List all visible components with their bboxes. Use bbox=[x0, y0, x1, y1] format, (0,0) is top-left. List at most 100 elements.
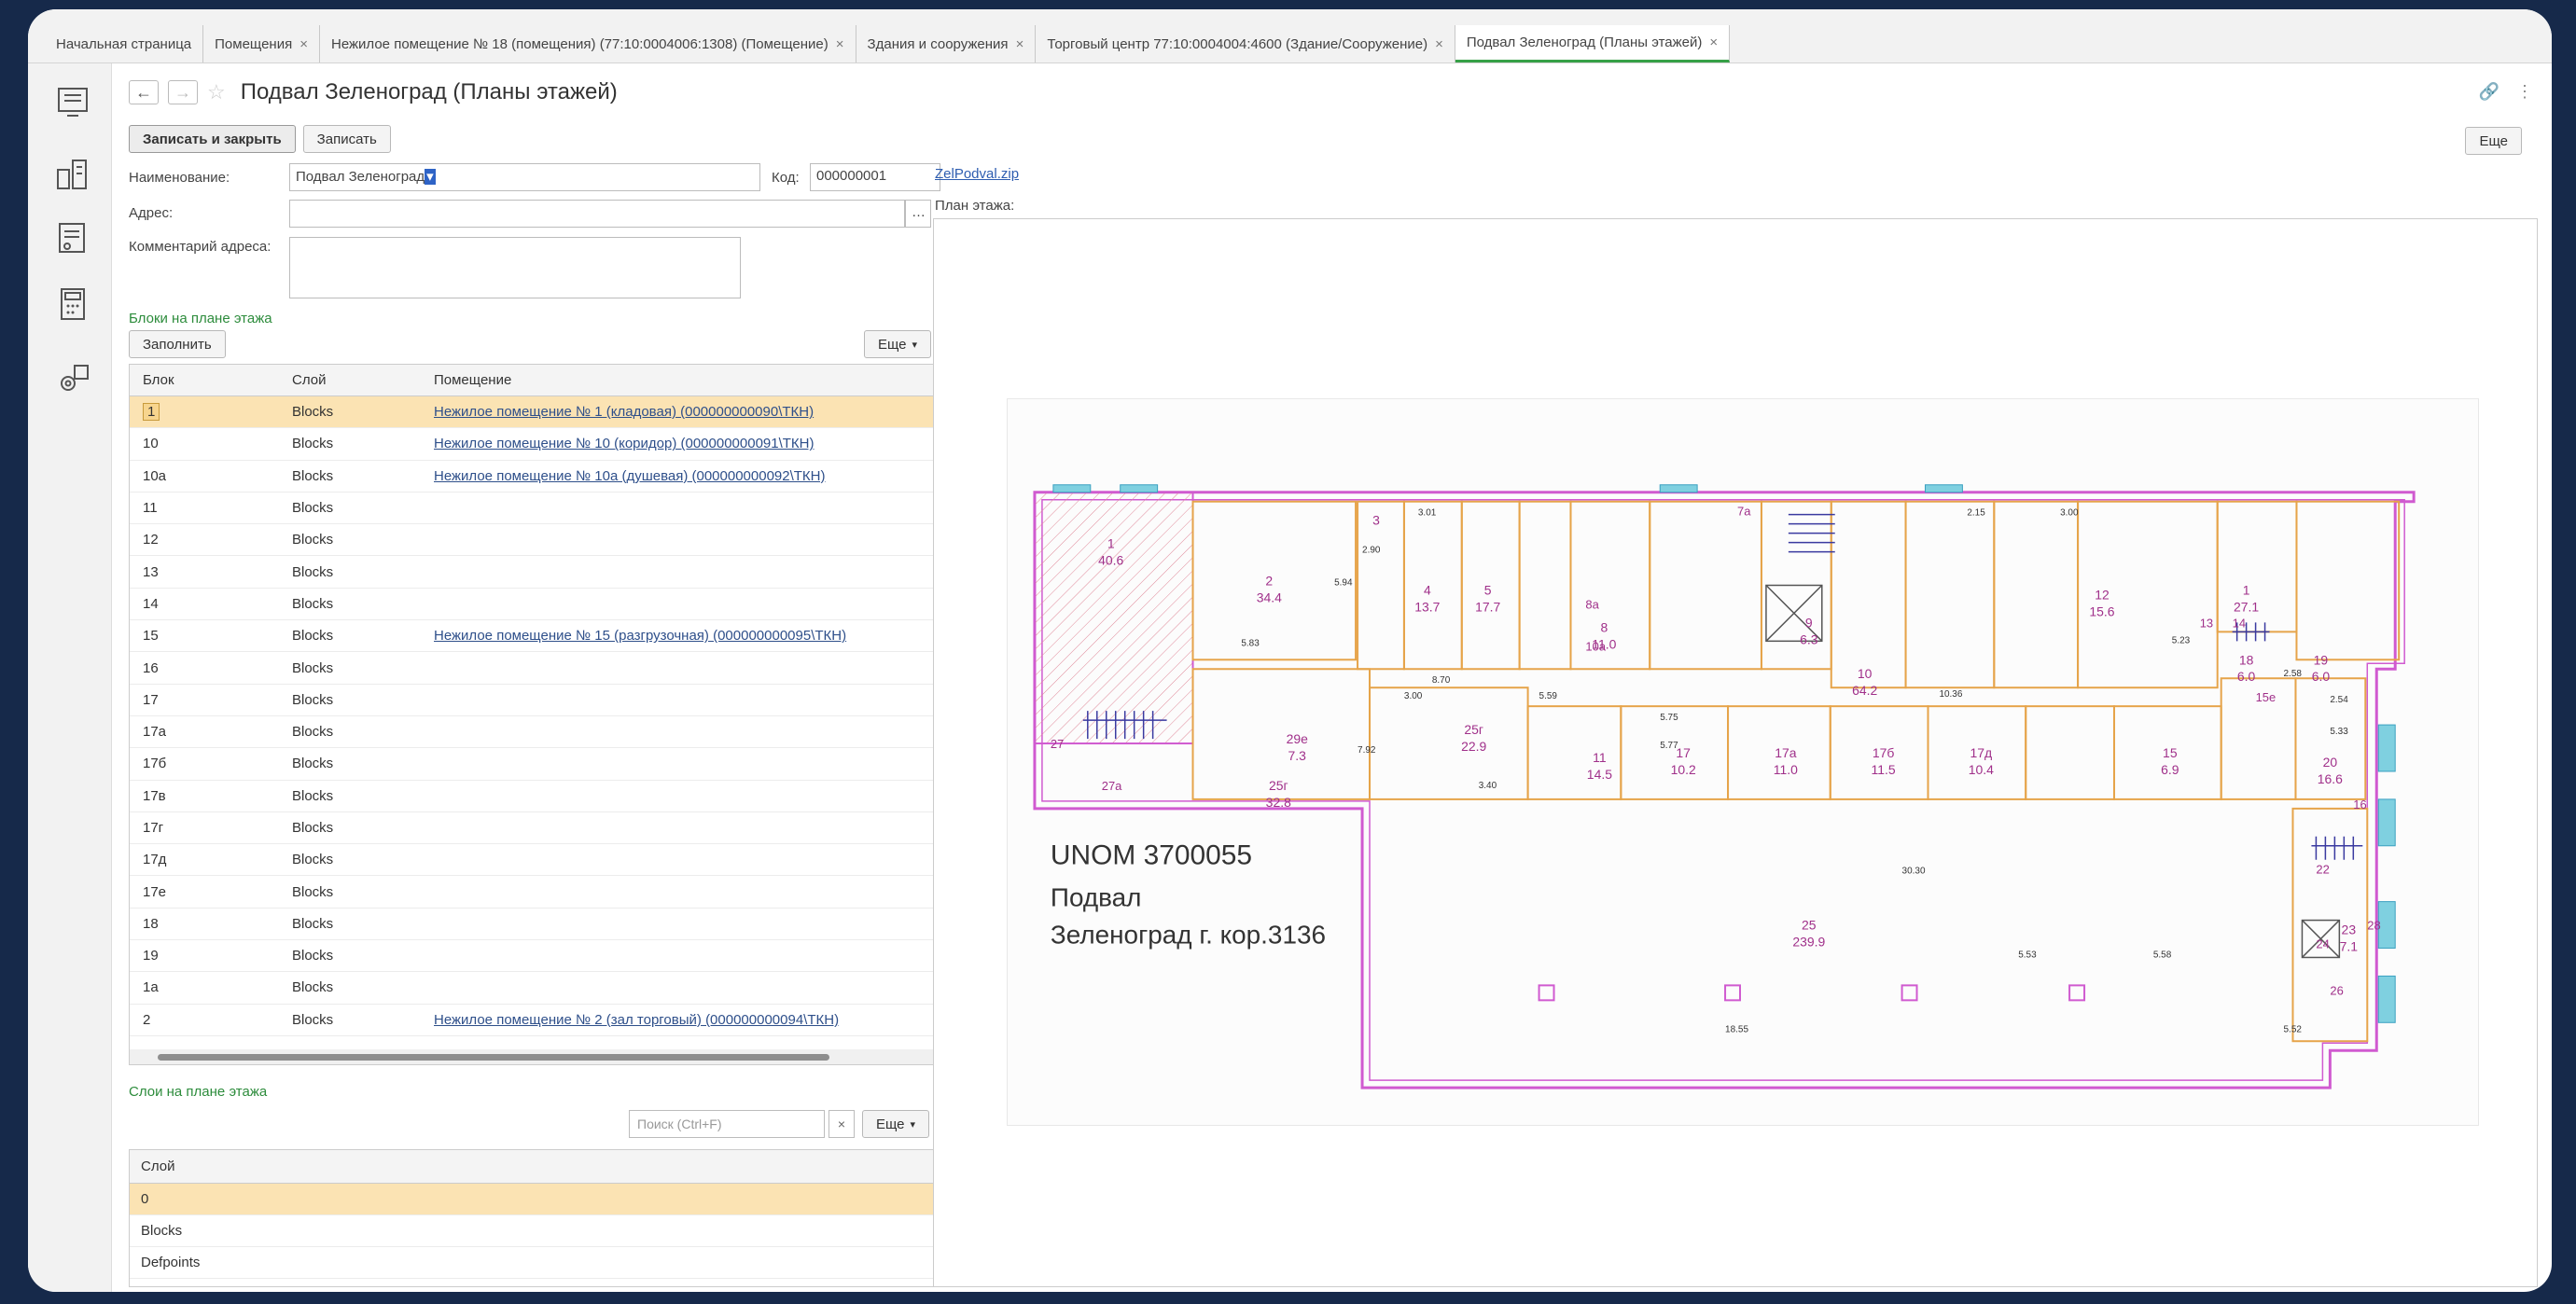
tab-rooms[interactable]: Помещения × bbox=[203, 25, 320, 62]
room-link[interactable]: Нежилое помещение № 1 (кладовая) (000000… bbox=[434, 404, 814, 420]
room-link[interactable]: Нежилое помещение № 10 (коридор) (000000… bbox=[434, 436, 815, 451]
buildings-icon[interactable] bbox=[54, 155, 91, 192]
room-number: 10 bbox=[1858, 666, 1873, 681]
table-row[interactable]: 17д Blocks bbox=[130, 844, 949, 877]
gear-icon[interactable] bbox=[54, 360, 91, 397]
room-link[interactable]: Нежилое помещение № 2 (зал торговый) (00… bbox=[434, 1012, 839, 1028]
table-row[interactable]: 15 Blocks Нежилое помещение № 15 (разгрузо… bbox=[130, 620, 949, 653]
close-icon[interactable]: × bbox=[299, 36, 308, 52]
document-settings-icon[interactable] bbox=[54, 220, 91, 257]
table-row[interactable]: 14 Blocks bbox=[130, 589, 949, 621]
list-item[interactable]: Blocks bbox=[130, 1215, 949, 1247]
block-cell: 11 bbox=[130, 500, 288, 516]
link-icon[interactable]: 🔗 bbox=[2479, 82, 2499, 102]
table-row[interactable]: 1 Blocks Нежилое помещение № 1 (кладовая) … bbox=[130, 396, 949, 429]
column-header-layer[interactable]: Слой bbox=[288, 372, 430, 388]
table-row[interactable]: 2 Blocks Нежилое помещение № 2 (зал торгов… bbox=[130, 1005, 949, 1036]
room-number: 19 bbox=[2314, 652, 2329, 667]
search-input[interactable]: Поиск (Ctrl+F) bbox=[629, 1110, 825, 1138]
table-row[interactable]: 12 Blocks bbox=[130, 524, 949, 557]
tab-buildings[interactable]: Здания и сооружения × bbox=[856, 25, 1037, 62]
address-field[interactable] bbox=[289, 200, 905, 228]
clear-search-button[interactable]: × bbox=[828, 1110, 855, 1138]
blocks-more-button[interactable]: Еще ▾ bbox=[864, 330, 932, 358]
room-link[interactable]: Нежилое помещение № 15 (разгрузочная) (0… bbox=[434, 628, 846, 644]
table-body: 1 Blocks Нежилое помещение № 1 (кладовая) … bbox=[130, 396, 949, 1036]
table-row[interactable]: 11 Blocks bbox=[130, 492, 949, 525]
file-link[interactable]: ZelPodval.zip bbox=[935, 166, 1019, 182]
layer-cell: Blocks bbox=[292, 691, 334, 708]
address-select-button[interactable]: … bbox=[905, 200, 931, 228]
close-icon[interactable]: × bbox=[1016, 36, 1024, 52]
list-item[interactable]: 0 bbox=[130, 1184, 949, 1215]
horizontal-scrollbar[interactable] bbox=[130, 1049, 949, 1064]
table-row[interactable]: 17б Blocks bbox=[130, 748, 949, 781]
room-number: 17 bbox=[1676, 745, 1691, 760]
table-row[interactable]: 17а Blocks bbox=[130, 716, 949, 749]
block-value: 17д bbox=[143, 852, 167, 868]
room-area: 11.5 bbox=[1872, 762, 1896, 777]
list-item[interactable]: Defpoints bbox=[130, 1247, 949, 1279]
block-cell: 1а bbox=[130, 979, 288, 995]
floor-plan-viewer[interactable]: UNOM 3700055 Подвал Зеленоград г. кор.31… bbox=[933, 218, 2538, 1287]
close-icon[interactable]: × bbox=[1435, 36, 1443, 52]
layers-more-button[interactable]: Еще ▾ bbox=[862, 1110, 930, 1138]
code-label: Код: bbox=[772, 170, 800, 186]
star-icon[interactable]: ☆ bbox=[207, 80, 226, 104]
block-value: 17 bbox=[143, 691, 159, 708]
room-area: 32.8 bbox=[1266, 795, 1291, 810]
arrow-left-icon: ← bbox=[135, 82, 152, 102]
code-field[interactable]: 000000001 bbox=[810, 163, 940, 191]
table-row[interactable]: 13 Blocks bbox=[130, 556, 949, 589]
table-row[interactable]: 10а Blocks Нежилое помещение № 10а (душева… bbox=[130, 461, 949, 492]
table-row[interactable]: 17е Blocks bbox=[130, 876, 949, 909]
column-header-room[interactable]: Помещение bbox=[430, 372, 949, 388]
table-row[interactable]: 19 Blocks bbox=[130, 940, 949, 973]
desktop-icon[interactable] bbox=[54, 84, 91, 121]
tab-home[interactable]: Начальная страница bbox=[45, 25, 204, 62]
dimension-label: 5.58 bbox=[2153, 950, 2172, 960]
layer-cell: Blocks bbox=[292, 628, 334, 645]
save-and-close-button[interactable]: Записать и закрыть bbox=[129, 125, 296, 153]
dropdown-icon[interactable]: ▾ bbox=[425, 169, 436, 185]
dimension-label: 5.33 bbox=[2330, 727, 2348, 737]
block-value: 18 bbox=[143, 915, 159, 932]
table-row[interactable]: 17в Blocks bbox=[130, 781, 949, 812]
floor-plan-drawing[interactable]: UNOM 3700055 Подвал Зеленоград г. кор.31… bbox=[1007, 398, 2479, 1126]
column-header-layer[interactable]: Слой bbox=[130, 1150, 949, 1184]
room-link[interactable]: Нежилое помещение № 10а (душевая) (00000… bbox=[434, 468, 826, 484]
dimension-label: 7.92 bbox=[1358, 745, 1376, 756]
address-comment-field[interactable] bbox=[289, 237, 741, 298]
tab-floor-plan[interactable]: Подвал Зеленоград (Планы этажей) × bbox=[1455, 25, 1731, 62]
tab-room-18[interactable]: Нежилое помещение № 18 (помещения) (77:1… bbox=[320, 25, 856, 62]
back-button[interactable]: ← bbox=[129, 80, 159, 104]
block-cell: 19 bbox=[130, 948, 288, 964]
more-button[interactable]: Еще bbox=[2465, 127, 2522, 155]
close-icon[interactable]: × bbox=[836, 36, 844, 52]
close-icon[interactable]: × bbox=[1709, 35, 1718, 50]
layer-cell: Blocks bbox=[292, 563, 334, 580]
more-vertical-icon[interactable]: ⋮ bbox=[2516, 82, 2533, 102]
block-cell: 17 bbox=[130, 692, 288, 708]
column-header-block[interactable]: Блок bbox=[130, 372, 288, 388]
table-row[interactable]: 18 Blocks bbox=[130, 909, 949, 941]
table-row[interactable]: 17г Blocks bbox=[130, 812, 949, 845]
table-row[interactable]: 1а Blocks bbox=[130, 972, 949, 1005]
ellipsis-icon: … bbox=[912, 204, 926, 220]
room-number: 5 bbox=[1484, 582, 1492, 597]
fill-button[interactable]: Заполнить bbox=[129, 330, 226, 358]
room-area: 17.7 bbox=[1475, 599, 1500, 614]
table-row[interactable]: 10 Blocks Нежилое помещение № 10 (коридор)… bbox=[130, 428, 949, 461]
save-button[interactable]: Записать bbox=[302, 125, 391, 153]
layer-cell: Blocks bbox=[292, 467, 334, 484]
calculator-icon[interactable] bbox=[54, 285, 91, 323]
table-row[interactable]: 16 Blocks bbox=[130, 652, 949, 685]
tab-label: Помещения bbox=[215, 35, 293, 52]
name-field[interactable]: Подвал Зеленоград ▾ bbox=[289, 163, 760, 191]
table-row[interactable]: 17 Blocks bbox=[130, 685, 949, 716]
room-area: 7.1 bbox=[2340, 938, 2359, 953]
room-label: 26 bbox=[2330, 983, 2343, 997]
forward-button[interactable]: → bbox=[168, 80, 198, 104]
scroll-thumb[interactable] bbox=[158, 1054, 829, 1061]
tab-shopping-center[interactable]: Торговый центр 77:10:0004004:4600 (Здани… bbox=[1036, 25, 1455, 62]
